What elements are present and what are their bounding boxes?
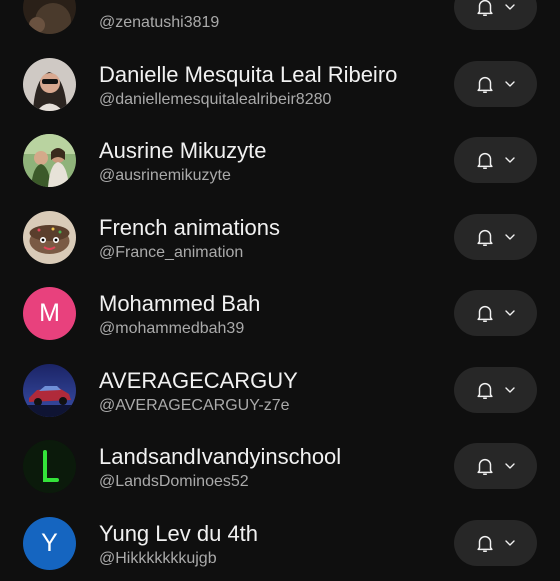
chevron-down-icon — [502, 0, 518, 15]
two-people-outdoors-photo-icon — [23, 134, 76, 187]
dark-photo-icon — [23, 0, 76, 34]
channel-handle: @ausrinemikuzyte — [99, 166, 231, 186]
notification-settings-button[interactable] — [454, 137, 537, 183]
bell-icon — [474, 149, 496, 171]
chevron-down-icon — [502, 535, 518, 551]
channel-handle: @daniellemesquitalealribeir8280 — [99, 90, 331, 110]
notification-settings-button[interactable] — [454, 0, 537, 30]
bell-icon — [474, 226, 496, 248]
channel-avatar[interactable] — [23, 364, 76, 417]
chevron-down-icon — [502, 458, 518, 474]
chevron-down-icon — [502, 305, 518, 321]
bell-icon — [474, 73, 496, 95]
channel-row[interactable]: AVERAGECARGUY @AVERAGECARGUY-z7e — [0, 352, 560, 429]
channel-handle: @mohammedbah39 — [99, 319, 244, 339]
car-night-photo-icon — [23, 364, 76, 417]
chevron-down-icon — [502, 76, 518, 92]
cartoon-cake-face-photo-icon — [23, 211, 76, 264]
neon-letter-l-icon — [23, 440, 76, 493]
channel-row[interactable]: French animations @France_animation — [0, 199, 560, 276]
chevron-down-icon — [502, 229, 518, 245]
bell-icon — [474, 379, 496, 401]
chevron-down-icon — [502, 152, 518, 168]
channel-name[interactable]: Ausrine Mikuzyte — [99, 138, 267, 164]
notification-settings-button[interactable] — [454, 520, 537, 566]
channel-avatar[interactable] — [23, 211, 76, 264]
channel-handle: @AVERAGECARGUY-z7e — [99, 396, 290, 416]
channel-name[interactable]: AVERAGECARGUY — [99, 368, 298, 394]
channel-handle: @Hikkkkkkkujgb — [99, 549, 217, 569]
channel-avatar[interactable] — [23, 58, 76, 111]
channel-row[interactable]: LandsandIvandyinschool @LandsDominoes52 — [0, 428, 560, 505]
channel-avatar[interactable] — [23, 134, 76, 187]
notification-settings-button[interactable] — [454, 214, 537, 260]
subscriptions-list: @zenatushi3819 Danielle Mesquita Leal Ri… — [0, 0, 560, 581]
notification-settings-button[interactable] — [454, 443, 537, 489]
channel-avatar[interactable] — [23, 440, 76, 493]
channel-name[interactable]: Yung Lev du 4th — [99, 521, 258, 547]
channel-name[interactable]: French animations — [99, 215, 280, 241]
channel-row[interactable]: M Mohammed Bah @mohammedbah39 — [0, 275, 560, 352]
notification-settings-button[interactable] — [454, 61, 537, 107]
notification-settings-button[interactable] — [454, 290, 537, 336]
avatar-initial: Y — [41, 529, 58, 558]
channel-row[interactable]: Y Yung Lev du 4th @Hikkkkkkkujgb — [0, 505, 560, 581]
channel-avatar[interactable]: M — [23, 287, 76, 340]
bell-icon — [474, 455, 496, 477]
channel-name[interactable]: LandsandIvandyinschool — [99, 444, 341, 470]
channel-row[interactable]: Danielle Mesquita Leal Ribeiro @danielle… — [0, 46, 560, 123]
channel-handle: @zenatushi3819 — [99, 13, 219, 33]
channel-row[interactable]: Ausrine Mikuzyte @ausrinemikuzyte — [0, 122, 560, 199]
bell-icon — [474, 0, 496, 18]
channel-name[interactable]: Danielle Mesquita Leal Ribeiro — [99, 62, 397, 88]
channel-avatar[interactable]: Y — [23, 517, 76, 570]
channel-handle: @France_animation — [99, 243, 243, 263]
avatar-initial: M — [39, 299, 60, 328]
channel-name[interactable]: Mohammed Bah — [99, 291, 260, 317]
bell-icon — [474, 532, 496, 554]
woman-with-sunglasses-photo-icon — [23, 58, 76, 111]
bell-icon — [474, 302, 496, 324]
channel-handle: @LandsDominoes52 — [99, 472, 249, 492]
chevron-down-icon — [502, 382, 518, 398]
channel-avatar[interactable] — [23, 0, 76, 34]
channel-row[interactable]: @zenatushi3819 — [0, 0, 560, 46]
notification-settings-button[interactable] — [454, 367, 537, 413]
